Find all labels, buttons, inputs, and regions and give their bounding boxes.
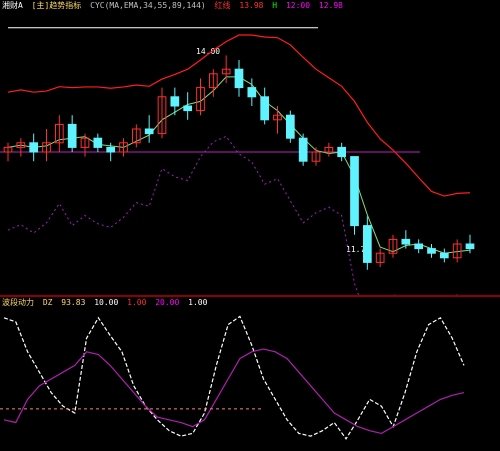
- candle-down: [362, 225, 372, 263]
- candle-down: [337, 146, 347, 158]
- candle-down: [401, 238, 411, 245]
- oscillator-chart[interactable]: [0, 297, 500, 451]
- candle-down: [260, 96, 270, 121]
- candle-down: [106, 146, 116, 153]
- candle-down: [414, 243, 424, 250]
- main-chart-pane[interactable]: 湘财A [主]趋势指标 CYC(MA,EMA,34,55,89,144) 红线 …: [0, 0, 500, 296]
- candle-down: [144, 128, 154, 135]
- short-ma-line: [7, 76, 471, 254]
- candle-down: [93, 137, 103, 148]
- candle-down: [427, 248, 436, 254]
- candle-down: [247, 87, 257, 98]
- candle-down: [285, 114, 295, 139]
- oscillator-fast-line: [3, 315, 465, 440]
- candle-down: [465, 243, 475, 250]
- candle-down: [234, 68, 244, 89]
- candle-down: [67, 123, 77, 148]
- candle-down: [350, 156, 359, 227]
- candle-down: [170, 96, 180, 107]
- candlestick-chart[interactable]: 14.00 11.71: [0, 0, 500, 296]
- candle-down: [183, 105, 193, 112]
- candle-down: [298, 137, 308, 162]
- lower-band-line: [7, 135, 464, 296]
- oscillator-pane[interactable]: 波段动力 DZ 93.83 10.00 1.00 20.00 1.00: [0, 297, 500, 451]
- candle-down: [29, 142, 39, 153]
- candle-down: [439, 252, 449, 259]
- slow-ma-line: [7, 34, 471, 197]
